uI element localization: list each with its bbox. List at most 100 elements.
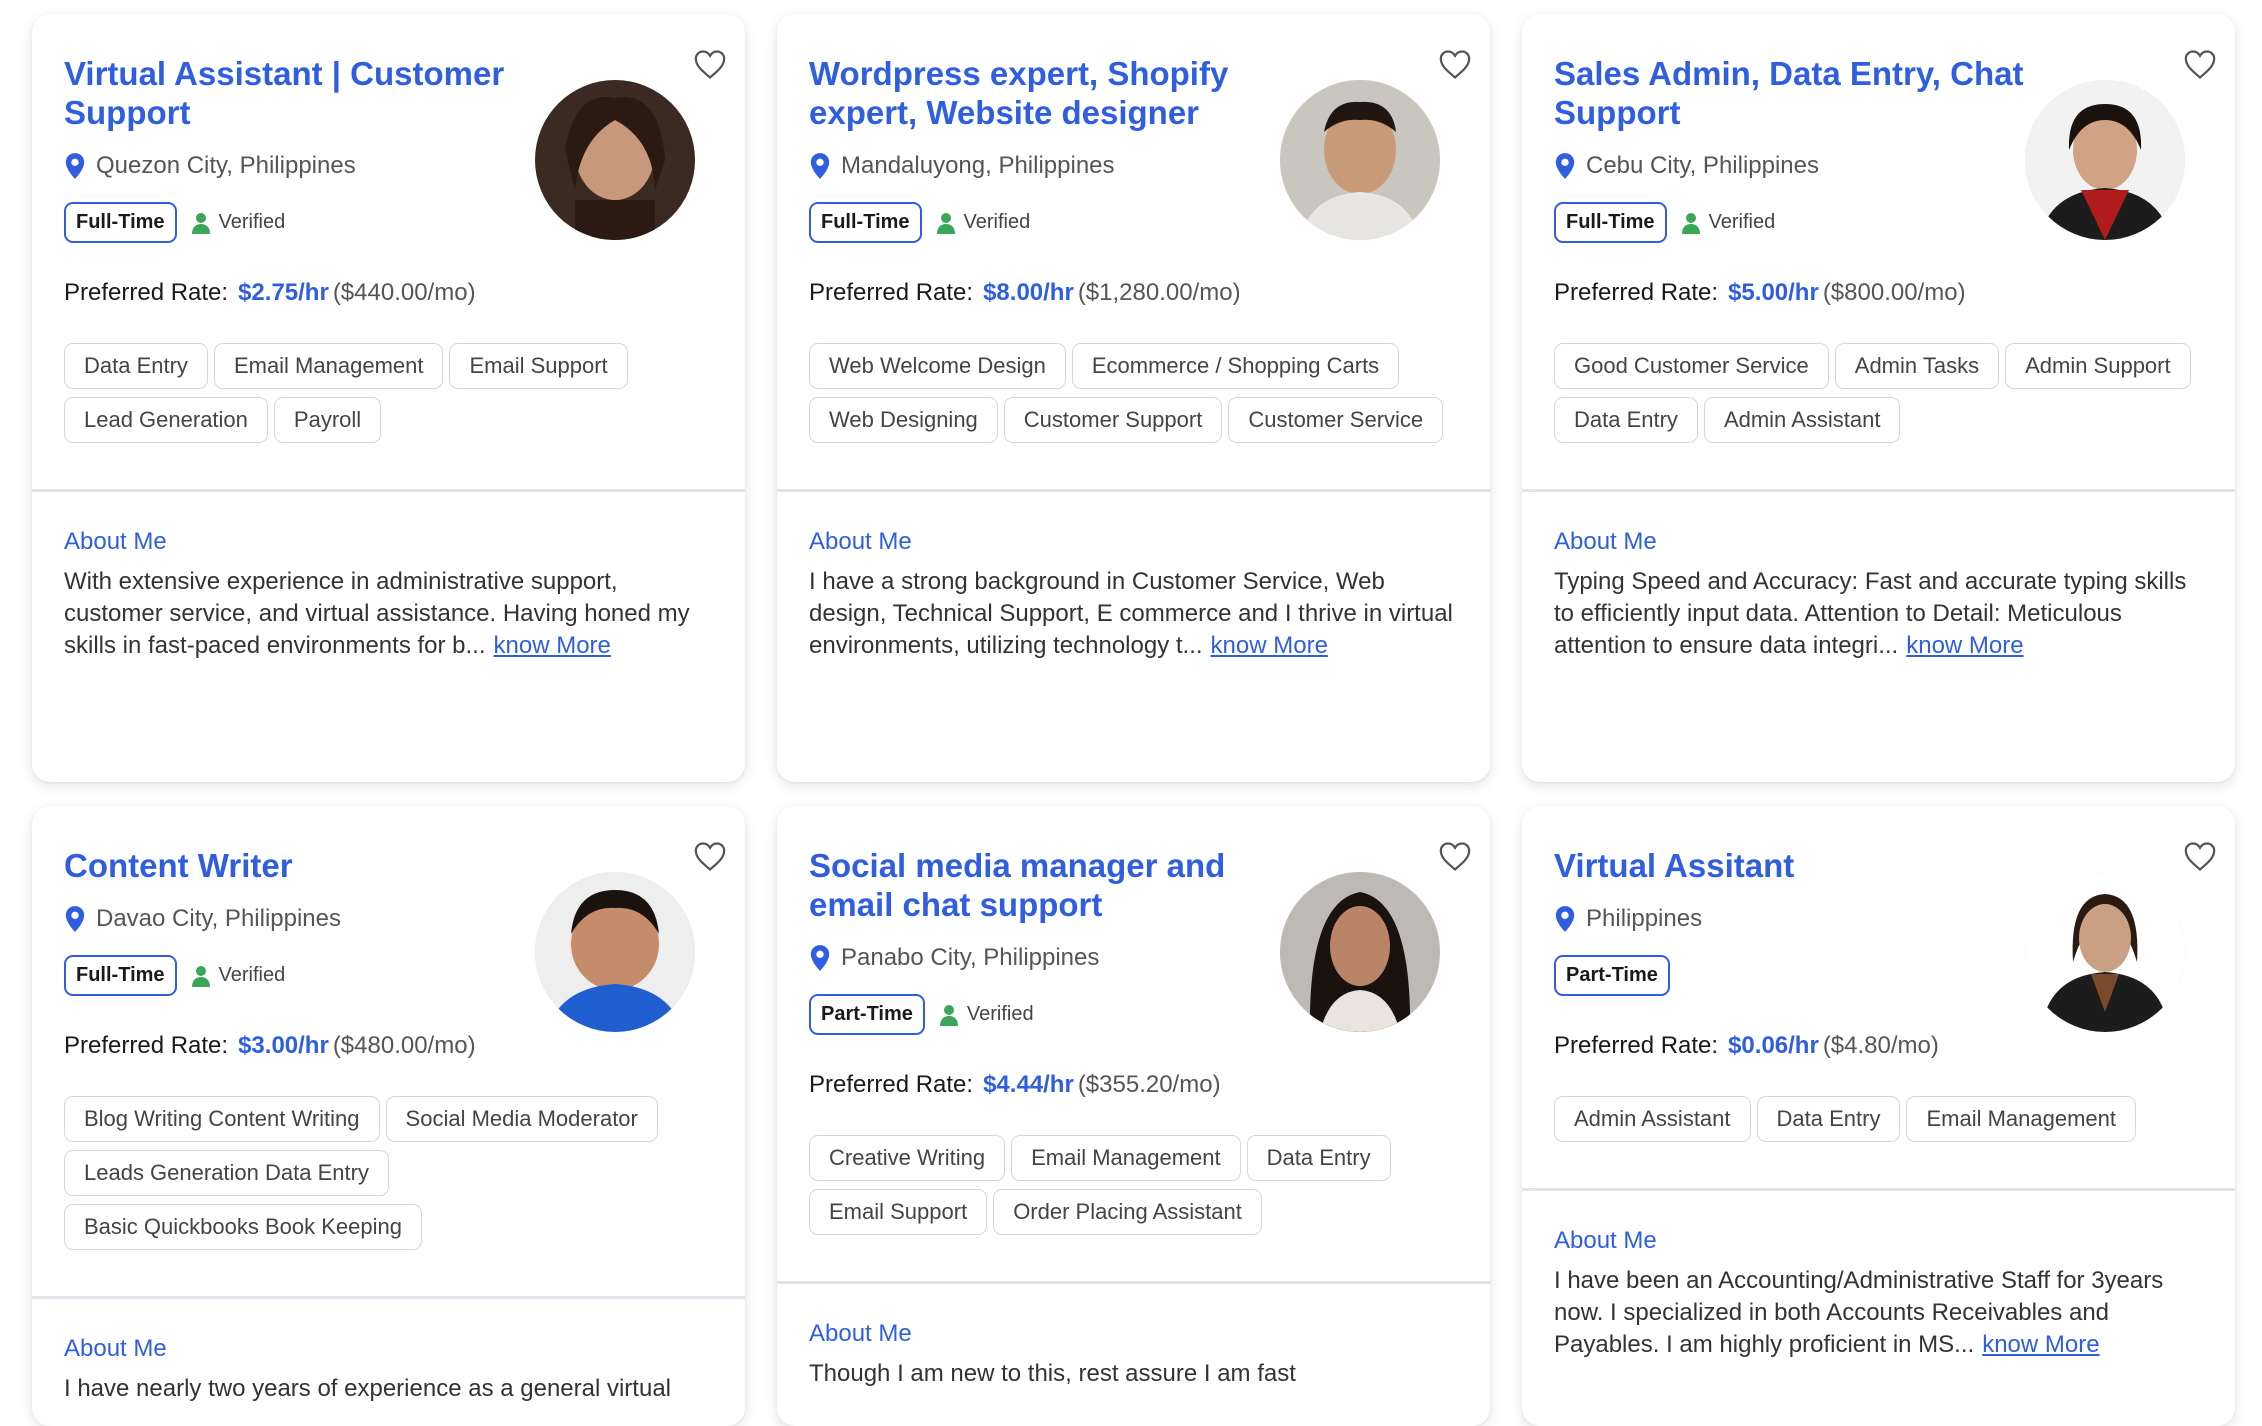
know-more-link[interactable]: know More bbox=[1906, 632, 2023, 659]
job-title[interactable]: Sales Admin, Data Entry, Chat Support bbox=[1554, 54, 2024, 132]
skill-tag[interactable]: Creative Writing bbox=[809, 1135, 1006, 1181]
skill-tag[interactable]: Payroll bbox=[273, 397, 382, 443]
about-text: I have nearly two years of experience as… bbox=[64, 1373, 714, 1405]
rate-monthly: ($4.80/mo) bbox=[1822, 1032, 1939, 1059]
about-section: About Me I have been an Accounting/Admin… bbox=[1522, 1191, 2235, 1361]
about-title: About Me bbox=[64, 1335, 167, 1362]
profile-card[interactable]: Virtual Assistant | Customer Support Que… bbox=[32, 14, 745, 782]
verified-badge: Verified bbox=[191, 211, 285, 234]
about-section: About Me With extensive experience in ad… bbox=[32, 492, 745, 662]
skill-tag[interactable]: Web Welcome Design bbox=[809, 343, 1066, 389]
profile-card[interactable]: Wordpress expert, Shopify expert, Websit… bbox=[777, 14, 1490, 782]
skill-tag[interactable]: Leads Generation Data Entry bbox=[64, 1150, 389, 1196]
location-pin-icon bbox=[1555, 153, 1575, 179]
heart-icon[interactable] bbox=[693, 840, 727, 872]
verified-badge: Verified bbox=[191, 964, 285, 987]
rate-monthly: ($800.00/mo) bbox=[1822, 279, 1966, 306]
avatar[interactable] bbox=[2025, 80, 2185, 240]
skill-tag[interactable]: Ecommerce / Shopping Carts bbox=[1071, 343, 1400, 389]
know-more-link[interactable]: know More bbox=[1211, 632, 1328, 659]
skill-tag[interactable]: Order Placing Assistant bbox=[993, 1189, 1262, 1235]
job-title[interactable]: Content Writer bbox=[64, 846, 534, 885]
skill-tag[interactable]: Admin Assistant bbox=[1554, 1096, 1751, 1142]
know-more-link[interactable]: know More bbox=[494, 632, 611, 659]
skill-tag[interactable]: Admin Assistant bbox=[1703, 397, 1901, 443]
skills-list: Creative Writing Email Management Data E… bbox=[809, 1135, 1469, 1235]
skill-tag[interactable]: Customer Support bbox=[1003, 397, 1223, 443]
job-type-badge: Part-Time bbox=[1554, 955, 1670, 996]
job-type-badge: Full-Time bbox=[64, 955, 177, 996]
about-title: About Me bbox=[1554, 528, 1657, 555]
avatar[interactable] bbox=[1280, 80, 1440, 240]
avatar[interactable] bbox=[2025, 872, 2185, 1032]
location-pin-icon bbox=[65, 906, 85, 932]
location-text: Panabo City, Philippines bbox=[841, 944, 1100, 971]
location-pin-icon bbox=[1555, 906, 1575, 932]
skill-tag[interactable]: Data Entry bbox=[1756, 1096, 1901, 1142]
profile-card[interactable]: Content Writer Davao City, Philippines F… bbox=[32, 806, 745, 1426]
rate-label: Preferred Rate: bbox=[1554, 1032, 1719, 1059]
rate-label: Preferred Rate: bbox=[809, 279, 974, 306]
location-text: Quezon City, Philippines bbox=[96, 152, 356, 179]
skill-tag[interactable]: Lead Generation bbox=[64, 397, 268, 443]
verified-label: Verified bbox=[966, 1003, 1034, 1025]
skill-tag[interactable]: Admin Tasks bbox=[1834, 343, 2000, 389]
avatar[interactable] bbox=[1280, 872, 1440, 1032]
heart-icon[interactable] bbox=[693, 48, 727, 80]
location-pin-icon bbox=[810, 945, 830, 971]
rate-hourly: $0.06/hr bbox=[1728, 1032, 1819, 1059]
skill-tag[interactable]: Web Designing bbox=[809, 397, 998, 443]
about-text: Though I am new to this, rest assure I a… bbox=[809, 1358, 1459, 1390]
heart-icon[interactable] bbox=[1438, 840, 1472, 872]
heart-icon[interactable] bbox=[1438, 48, 1472, 80]
about-text: Typing Speed and Accuracy: Fast and accu… bbox=[1554, 566, 2204, 662]
skills-list: Admin Assistant Data Entry Email Managem… bbox=[1554, 1096, 2214, 1142]
about-title: About Me bbox=[809, 1320, 912, 1347]
about-body: I have a strong background in Customer S… bbox=[809, 568, 1453, 659]
skill-tag[interactable]: Data Entry bbox=[64, 343, 208, 389]
about-body: Typing Speed and Accuracy: Fast and accu… bbox=[1554, 568, 2187, 659]
skill-tag[interactable]: Email Management bbox=[213, 343, 444, 389]
job-type-badge: Full-Time bbox=[809, 202, 922, 243]
location-pin-icon bbox=[810, 153, 830, 179]
skill-tag[interactable]: Email Support bbox=[809, 1189, 988, 1235]
avatar[interactable] bbox=[535, 872, 695, 1032]
rate-hourly: $2.75/hr bbox=[238, 279, 329, 306]
skill-tag[interactable]: Customer Service bbox=[1228, 397, 1444, 443]
profile-card[interactable]: Social media manager and email chat supp… bbox=[777, 806, 1490, 1426]
skills-list: Blog Writing Content Writing Social Medi… bbox=[64, 1096, 724, 1250]
avatar[interactable] bbox=[535, 80, 695, 240]
location-text: Cebu City, Philippines bbox=[1586, 152, 1820, 179]
job-title[interactable]: Virtual Assistant | Customer Support bbox=[64, 54, 534, 132]
skill-tag[interactable]: Email Support bbox=[449, 343, 628, 389]
profile-card[interactable]: Virtual Assitant Philippines Part-Time P… bbox=[1522, 806, 2235, 1426]
skill-tag[interactable]: Social Media Moderator bbox=[385, 1096, 658, 1142]
skill-tag[interactable]: Basic Quickbooks Book Keeping bbox=[64, 1204, 422, 1250]
card-header: Content Writer Davao City, Philippines F… bbox=[32, 806, 745, 1250]
skill-tag[interactable]: Email Management bbox=[1906, 1096, 2136, 1142]
know-more-link[interactable]: know More bbox=[1982, 1331, 2099, 1358]
job-title[interactable]: Virtual Assitant bbox=[1554, 846, 2024, 885]
about-title: About Me bbox=[1554, 1227, 1657, 1254]
rate-monthly: ($1,280.00/mo) bbox=[1077, 279, 1241, 306]
location-text: Davao City, Philippines bbox=[96, 905, 342, 932]
skill-tag[interactable]: Data Entry bbox=[1246, 1135, 1391, 1181]
person-verified-icon bbox=[939, 1004, 958, 1026]
job-title[interactable]: Wordpress expert, Shopify expert, Websit… bbox=[809, 54, 1279, 132]
verified-badge: Verified bbox=[1681, 211, 1775, 234]
card-header: Wordpress expert, Shopify expert, Websit… bbox=[777, 14, 1490, 443]
skill-tag[interactable]: Data Entry bbox=[1554, 397, 1698, 443]
skill-tag[interactable]: Email Management bbox=[1011, 1135, 1241, 1181]
job-title[interactable]: Social media manager and email chat supp… bbox=[809, 846, 1279, 924]
card-header: Social media manager and email chat supp… bbox=[777, 806, 1490, 1235]
profile-card[interactable]: Sales Admin, Data Entry, Chat Support Ce… bbox=[1522, 14, 2235, 782]
rate-label: Preferred Rate: bbox=[64, 1032, 229, 1059]
skill-tag[interactable]: Good Customer Service bbox=[1554, 343, 1829, 389]
preferred-rate: Preferred Rate: $0.06/hr ($4.80/mo) bbox=[1554, 1032, 2203, 1060]
skill-tag[interactable]: Blog Writing Content Writing bbox=[64, 1096, 380, 1142]
person-verified-icon bbox=[191, 965, 210, 987]
heart-icon[interactable] bbox=[2183, 840, 2217, 872]
about-body: I have nearly two years of experience as… bbox=[64, 1375, 671, 1402]
heart-icon[interactable] bbox=[2183, 48, 2217, 80]
skill-tag[interactable]: Admin Support bbox=[2005, 343, 2191, 389]
